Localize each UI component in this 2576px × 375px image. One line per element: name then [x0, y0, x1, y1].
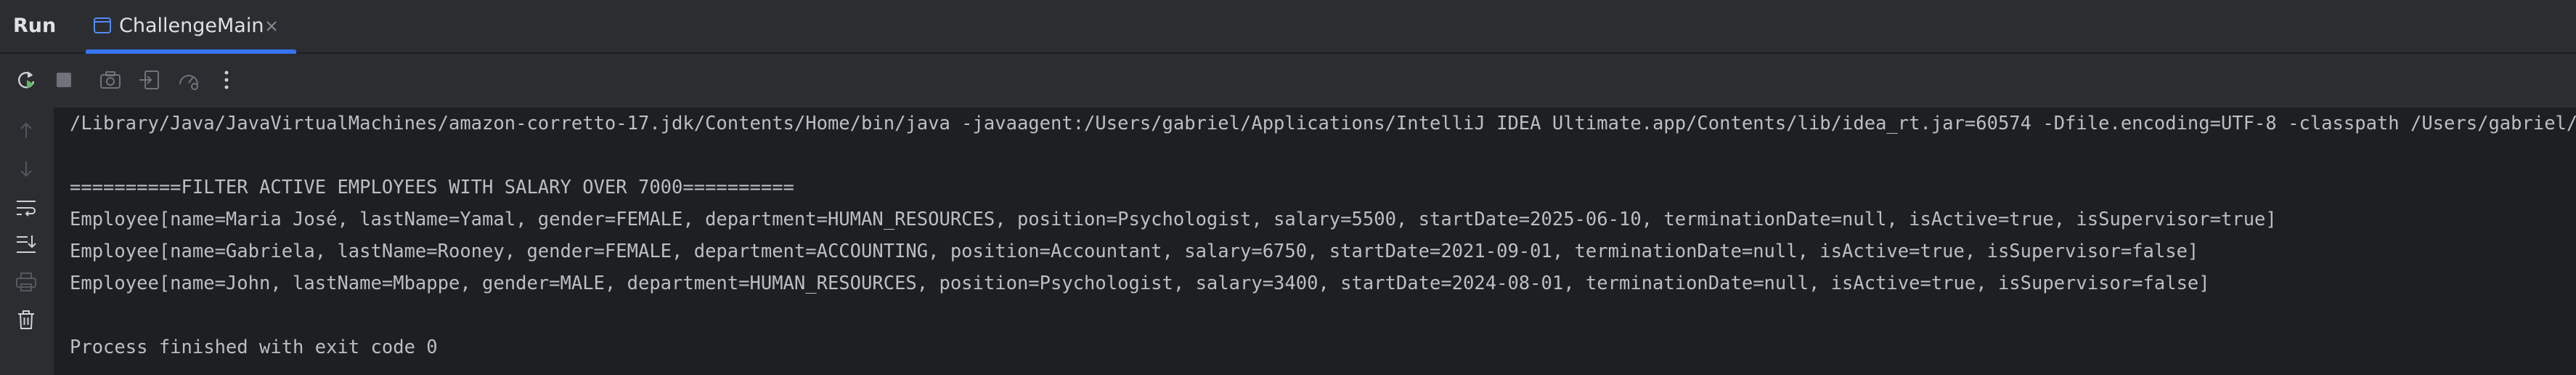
run-toolbar: [0, 54, 2576, 108]
clear-icon[interactable]: [13, 307, 39, 333]
console-line-filter-header: ==========FILTER ACTIVE EMPLOYEES WITH S…: [70, 177, 794, 198]
console-line-command: /Library/Java/JavaVirtualMachines/amazon…: [70, 113, 2576, 134]
scroll-up-icon[interactable]: [13, 118, 39, 144]
profiler-icon[interactable]: [176, 67, 202, 93]
stop-icon[interactable]: [51, 67, 77, 93]
tab-label: ChallengeMain: [119, 15, 264, 37]
soft-wrap-icon[interactable]: [13, 195, 39, 221]
console-output[interactable]: /Library/Java/JavaVirtualMachines/amazon…: [54, 108, 2576, 375]
console-line-employee: Employee[name=Gabriela, lastName=Rooney,…: [70, 241, 2199, 262]
print-icon[interactable]: [13, 269, 39, 295]
run-tool-window-header: Run ChallengeMain: [0, 0, 2576, 54]
application-icon: [93, 16, 112, 35]
tab-challenge-main[interactable]: ChallengeMain: [86, 0, 296, 54]
scroll-down-icon[interactable]: [13, 156, 39, 182]
more-icon[interactable]: [213, 67, 240, 93]
console-line-employee: Employee[name=Maria José, lastName=Yamal…: [70, 209, 2277, 230]
console-line-exit-status: Process finished with exit code 0: [70, 336, 438, 358]
run-panel-title: Run: [13, 15, 57, 37]
close-icon[interactable]: [263, 17, 280, 35]
restore-layout-icon[interactable]: [136, 67, 163, 93]
scroll-to-end-icon[interactable]: [13, 231, 39, 257]
console-line-employee: Employee[name=John, lastName=Mbappe, gen…: [70, 273, 2210, 294]
camera-icon[interactable]: [97, 67, 123, 93]
rerun-icon[interactable]: [13, 67, 39, 93]
